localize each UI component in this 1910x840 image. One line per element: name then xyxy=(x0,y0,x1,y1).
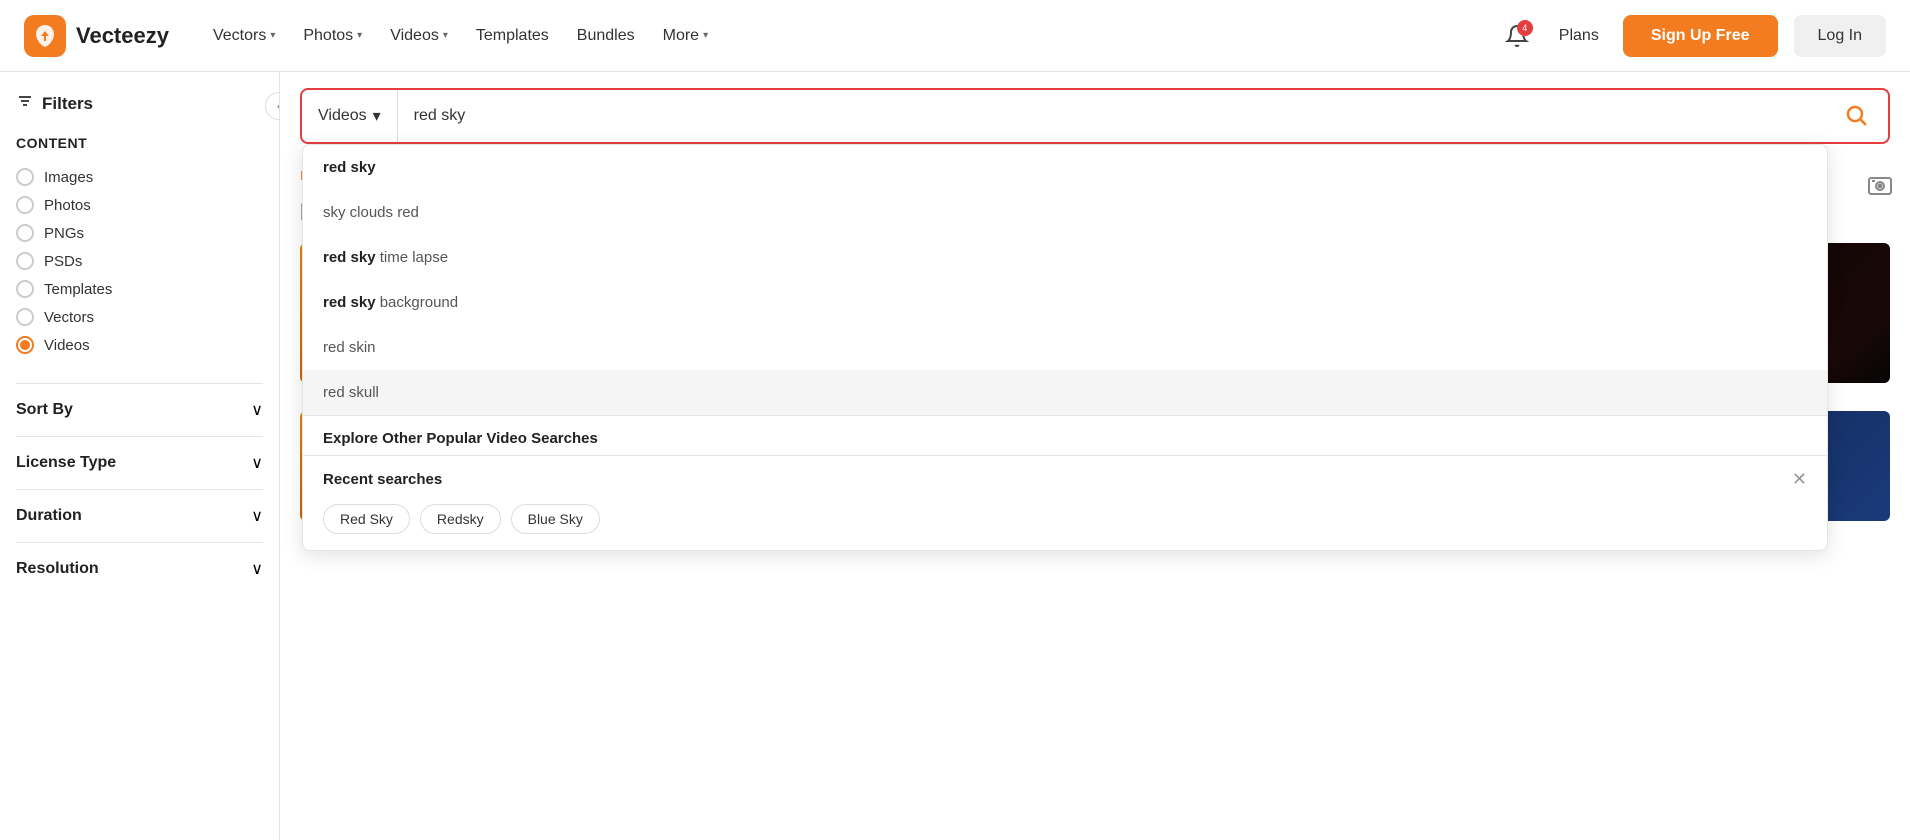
license-type-label: License Type xyxy=(16,454,116,472)
duration-label: Duration xyxy=(16,507,82,525)
content-videos[interactable]: Videos xyxy=(16,331,263,359)
content-vectors[interactable]: Vectors xyxy=(16,303,263,331)
content-pngs[interactable]: PNGs xyxy=(16,219,263,247)
search-input[interactable] xyxy=(398,90,1826,142)
logo-icon xyxy=(24,15,66,57)
radio-images xyxy=(16,168,34,186)
notification-bell[interactable]: 4 xyxy=(1499,18,1535,54)
search-type-select[interactable]: Videos ▾ xyxy=(302,90,398,142)
resolution-chevron: ∨ xyxy=(251,559,263,579)
nav-vectors-chevron: ▾ xyxy=(270,30,275,41)
recent-clear-button[interactable]: ✕ xyxy=(1792,470,1807,488)
radio-psds xyxy=(16,252,34,270)
main-nav: Vectors ▾ Photos ▾ Videos ▾ Templates Bu… xyxy=(201,19,1499,53)
filter-title: Filters xyxy=(42,94,93,114)
content-images[interactable]: Images xyxy=(16,163,263,191)
main-layout: ‹ Filters Content Images Photos xyxy=(0,72,1910,840)
nav-videos[interactable]: Videos ▾ xyxy=(378,19,460,53)
nav-photos[interactable]: Photos ▾ xyxy=(291,19,374,53)
nav-photos-chevron: ▾ xyxy=(357,30,362,41)
content-area: Videos ▾ red sky sky clouds re xyxy=(280,72,1910,840)
sort-by-section[interactable]: Sort By ∨ xyxy=(16,383,263,436)
nav-vectors[interactable]: Vectors ▾ xyxy=(201,19,287,53)
suggestion-red-skin[interactable]: red skin xyxy=(303,325,1827,370)
radio-pngs xyxy=(16,224,34,242)
license-type-section[interactable]: License Type ∨ xyxy=(16,436,263,489)
resolution-label: Resolution xyxy=(16,560,99,578)
recent-tag-blue-sky[interactable]: Blue Sky xyxy=(511,504,600,534)
duration-chevron: ∨ xyxy=(251,506,263,526)
content-templates[interactable]: Templates xyxy=(16,275,263,303)
recent-searches-title: Recent searches xyxy=(323,471,442,488)
search-type-label: Videos xyxy=(318,107,367,125)
resolution-section[interactable]: Resolution ∨ xyxy=(16,542,263,595)
image-search-button[interactable] xyxy=(1850,160,1910,212)
logo-text: Vecteezy xyxy=(76,23,169,49)
license-type-chevron: ∨ xyxy=(251,453,263,473)
nav-templates[interactable]: Templates xyxy=(464,19,561,53)
notification-badge: 4 xyxy=(1517,20,1533,36)
nav-more-chevron: ▾ xyxy=(703,30,708,41)
search-bar-wrapper: Videos ▾ red sky sky clouds re xyxy=(280,72,1910,160)
search-type-chevron: ▾ xyxy=(373,106,381,126)
recent-tag-redsky[interactable]: Redsky xyxy=(420,504,501,534)
nav-videos-chevron: ▾ xyxy=(443,30,448,41)
duration-section[interactable]: Duration ∨ xyxy=(16,489,263,542)
suggestion-red-sky-time-lapse[interactable]: red sky time lapse xyxy=(303,235,1827,280)
signup-button[interactable]: Sign Up Free xyxy=(1623,15,1778,57)
suggestion-red-skull[interactable]: red skull xyxy=(303,370,1827,415)
content-photos[interactable]: Photos xyxy=(16,191,263,219)
sidebar-collapse-button[interactable]: ‹ xyxy=(265,92,280,120)
plans-link[interactable]: Plans xyxy=(1551,19,1607,53)
header-right: 4 Plans Sign Up Free Log In xyxy=(1499,15,1886,57)
radio-vectors xyxy=(16,308,34,326)
sort-by-label: Sort By xyxy=(16,401,73,419)
radio-templates xyxy=(16,280,34,298)
radio-photos xyxy=(16,196,34,214)
radio-videos xyxy=(16,336,34,354)
sort-by-chevron: ∨ xyxy=(251,400,263,420)
suggestion-red-sky-background[interactable]: red sky background xyxy=(303,280,1827,325)
login-button[interactable]: Log In xyxy=(1794,15,1886,57)
filter-icon xyxy=(16,92,34,115)
search-submit-button[interactable] xyxy=(1826,90,1888,142)
suggestion-sky-clouds-red[interactable]: sky clouds red xyxy=(303,190,1827,235)
logo[interactable]: Vecteezy xyxy=(24,15,169,57)
content-section-title: Content xyxy=(16,135,263,151)
content-psds[interactable]: PSDs xyxy=(16,247,263,275)
recent-tag-red-sky[interactable]: Red Sky xyxy=(323,504,410,534)
recent-searches-header: Recent searches ✕ xyxy=(303,456,1827,496)
search-bar: Videos ▾ red sky sky clouds re xyxy=(300,88,1890,144)
explore-label: Explore Other Popular Video Searches xyxy=(303,416,1827,455)
sidebar: ‹ Filters Content Images Photos xyxy=(0,72,280,840)
content-section: Content Images Photos PNGs PSDs Template… xyxy=(16,135,263,359)
header: Vecteezy Vectors ▾ Photos ▾ Videos ▾ Tem… xyxy=(0,0,1910,72)
nav-more[interactable]: More ▾ xyxy=(651,19,720,53)
suggestion-red-sky[interactable]: red sky xyxy=(303,145,1827,190)
nav-bundles[interactable]: Bundles xyxy=(565,19,647,53)
search-dropdown: red sky sky clouds red red sky time laps… xyxy=(302,144,1828,551)
recent-tags: Red Sky Redsky Blue Sky xyxy=(303,496,1827,550)
filter-header: Filters xyxy=(16,92,263,115)
